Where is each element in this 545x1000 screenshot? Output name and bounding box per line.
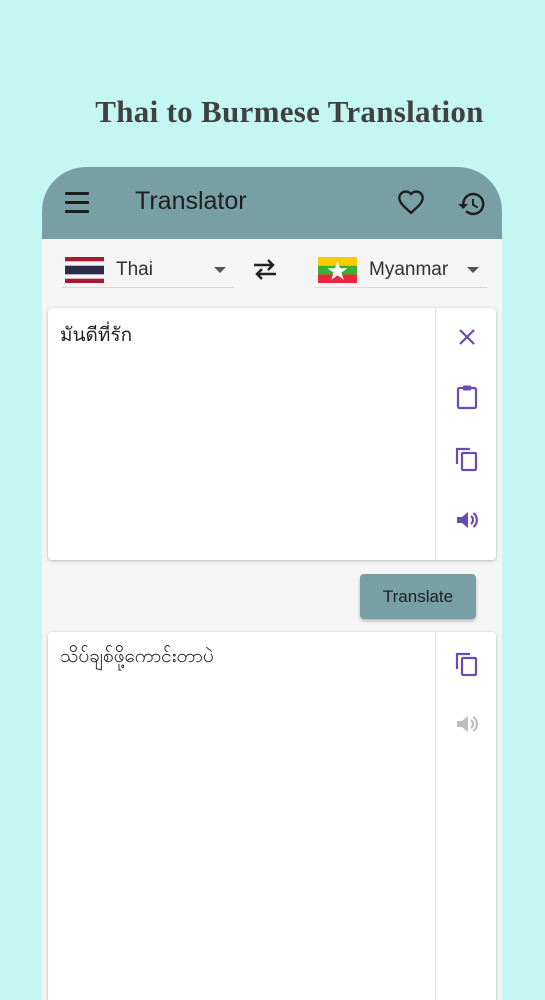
translated-text: သိပ်ချစ်ဖို့ကောင်းတာပဲ [60,645,214,667]
app-bar: Translator [42,167,502,239]
myanmar-flag-icon [318,257,357,283]
copy-icon[interactable] [453,650,481,678]
divider [435,308,436,560]
swap-arrows-icon[interactable] [251,257,279,281]
target-language-name: Myanmar [369,259,449,280]
menu-icon[interactable] [65,192,91,214]
clipboard-paste-icon[interactable] [453,383,481,411]
heart-icon[interactable] [397,189,425,217]
chevron-down-icon [467,267,479,273]
app-title: Translator [135,187,247,215]
source-text-input[interactable]: มันดีที่รัก [60,320,424,350]
source-language-select[interactable]: Thai [62,247,234,288]
chevron-down-icon [214,267,226,273]
speaker-icon[interactable] [453,506,481,534]
phone-screen: Translator Thai Myanmar มันดีที่รัก Tran… [42,167,502,1000]
copy-icon[interactable] [453,445,481,473]
language-bar: Thai Myanmar [42,239,502,295]
close-icon[interactable] [453,323,481,351]
divider [435,632,436,1000]
input-card: มันดีที่รัก [48,308,496,560]
translate-button[interactable]: Translate [360,574,476,619]
thailand-flag-icon [65,257,104,283]
output-card: သိပ်ချစ်ဖို့ကောင်းတာပဲ [48,632,496,1000]
promo-title: Thai to Burmese Translation [95,94,484,129]
source-language-name: Thai [116,259,153,280]
history-icon[interactable] [457,189,487,219]
speaker-icon[interactable] [453,710,481,738]
target-language-select[interactable]: Myanmar [315,247,487,288]
